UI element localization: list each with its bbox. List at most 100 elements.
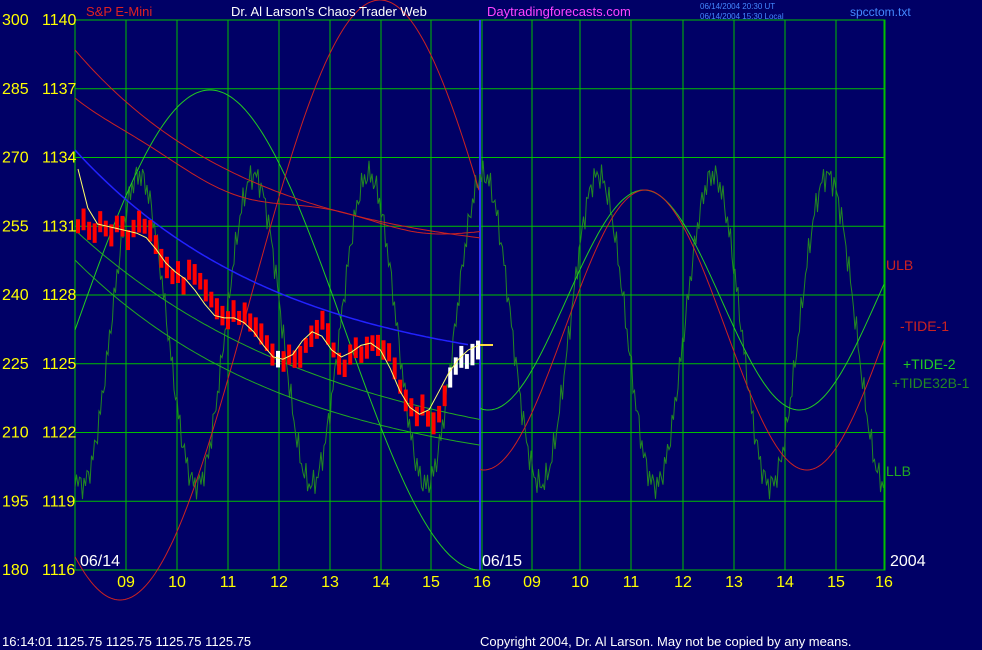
price-bar <box>414 406 419 427</box>
price-bar <box>476 340 480 360</box>
price-bar <box>131 219 136 238</box>
y-osc-tick-label: 285 <box>2 81 29 98</box>
grid-lines <box>74 19 886 571</box>
axis-labels: 300 1140 285 1137 270 1134 255 1131 240 1128 225 11… <box>2 12 970 591</box>
local-timestamp: 06/14/2004 15:30 Local <box>700 12 784 21</box>
x-tick-label: 09 <box>523 574 541 591</box>
y-osc-tick-label: 300 <box>2 12 29 29</box>
price-bar <box>114 215 119 233</box>
y-osc-tick-label: 255 <box>2 218 29 235</box>
y-price-tick-label: 1128 <box>42 287 77 304</box>
price-bar <box>453 357 458 375</box>
y-price-tick-label: 1137 <box>42 81 77 98</box>
price-bar <box>226 311 230 330</box>
ulb-inner-curve <box>74 97 481 235</box>
price-bar <box>126 229 130 251</box>
price-bar <box>220 305 225 326</box>
y-price-tick-label: 1119 <box>42 493 75 510</box>
x-tick-label: 16 <box>875 574 893 591</box>
tide1-curve-day2 <box>479 189 885 471</box>
y-osc-tick-label: 210 <box>2 425 29 442</box>
price-bar <box>281 351 286 372</box>
price-bar <box>148 220 153 242</box>
x-tick-label: 11 <box>623 574 640 591</box>
price-bar <box>176 261 180 284</box>
x-tick-label: 16 <box>473 574 491 591</box>
x-tick-label: 11 <box>220 574 237 591</box>
y-price-tick-label: 1125 <box>42 356 77 373</box>
price-bar <box>442 385 447 407</box>
y-price-tick-label: 1134 <box>42 150 77 167</box>
tide32-label: +TIDE32B-1 <box>892 375 970 391</box>
x-tick-label: 09 <box>117 574 135 591</box>
y-osc-tick-label: 240 <box>2 287 29 304</box>
y-osc-tick-label: 225 <box>2 356 29 373</box>
ulb-curve <box>74 49 481 239</box>
price-bar <box>170 269 175 285</box>
tide2-curve-day1 <box>74 89 480 571</box>
price-bar <box>164 256 169 279</box>
y-price-tick-label: 1140 <box>42 12 77 29</box>
price-bar <box>303 337 308 353</box>
x-tick-label: 12 <box>674 574 692 591</box>
x-tick-label: 12 <box>270 574 288 591</box>
quote-line: 16:14:01 1125.75 1125.75 1125.75 1125.75 <box>2 634 251 649</box>
price-bar <box>320 310 325 330</box>
price-bar <box>242 302 247 325</box>
price-bar <box>237 310 242 325</box>
x-tick-label: 14 <box>372 574 390 591</box>
x-tick-label: 10 <box>168 574 186 591</box>
price-bar <box>92 223 97 243</box>
price-bar <box>342 359 347 378</box>
y-osc-tick-label: 195 <box>2 493 29 510</box>
price-bar <box>76 219 80 234</box>
price-bar <box>181 277 186 295</box>
x-tick-label: 15 <box>422 574 440 591</box>
price-bar <box>348 344 353 365</box>
year-label: 2004 <box>890 553 926 570</box>
price-bar <box>376 334 380 356</box>
price-bar <box>426 410 430 427</box>
price-bar <box>142 218 147 234</box>
price-bar <box>326 323 330 345</box>
x-tick-label: 13 <box>321 574 339 591</box>
price-bar <box>287 344 292 365</box>
y-price-tick-label: 1116 <box>42 562 75 579</box>
price-bar <box>437 405 442 423</box>
x-tick-label: 14 <box>776 574 794 591</box>
price-bar <box>387 343 392 362</box>
y-osc-tick-label: 180 <box>2 562 29 579</box>
site-link[interactable]: Daytradingforecasts.com <box>487 4 631 19</box>
llb-inner-curve <box>74 229 481 420</box>
date-label-day1: 06/14 <box>80 553 120 570</box>
tide2-label: +TIDE-2 <box>903 356 956 372</box>
data-filename: spcctom.txt <box>850 5 911 19</box>
price-bar <box>137 210 142 233</box>
x-tick-label: 10 <box>571 574 589 591</box>
chart-title: Dr. Al Larson's Chaos Trader Web <box>231 4 427 19</box>
tide1-label: -TIDE-1 <box>900 318 949 334</box>
tide2-curve-day2 <box>479 189 885 411</box>
chart-canvas: 300 1140 285 1137 270 1134 255 1131 240 1128 225 11… <box>2 0 970 649</box>
price-bar <box>298 345 303 368</box>
price-bar <box>98 211 103 233</box>
price-bar <box>359 346 364 363</box>
price-bar <box>192 264 197 285</box>
price-bar <box>209 291 214 308</box>
price-bar <box>276 350 280 368</box>
price-bar <box>81 208 86 231</box>
llb-label: LLB <box>886 463 911 479</box>
price-bar <box>87 221 92 240</box>
price-bars <box>76 168 493 435</box>
price-bar <box>314 319 319 339</box>
ulb-label: ULB <box>886 257 913 273</box>
price-bar <box>464 354 469 369</box>
copyright-notice: Copyright 2004, Dr. Al Larson. May not b… <box>480 634 851 649</box>
symbol-label: S&P E-Mini <box>86 4 152 19</box>
x-tick-label: 15 <box>827 574 845 591</box>
price-bar <box>120 215 125 237</box>
price-bar <box>431 412 436 435</box>
price-bar <box>187 259 192 280</box>
ut-timestamp: 06/14/2004 20:30 UT <box>700 2 775 11</box>
y-price-tick-label: 1122 <box>42 425 77 442</box>
